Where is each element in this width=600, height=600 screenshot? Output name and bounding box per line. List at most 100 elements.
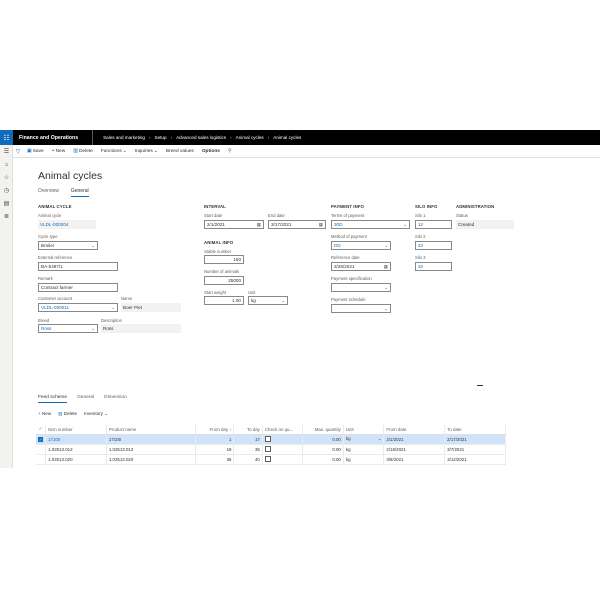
row-select-checkbox[interactable] [36, 454, 47, 465]
reference-date-field[interactable]: 3/28/2021 ▦ [331, 262, 391, 271]
lines-new-button[interactable]: + New [38, 411, 51, 417]
search-icon[interactable]: ⚲ [224, 148, 236, 154]
column-to-day[interactable]: To day [233, 425, 263, 435]
silo-1-field[interactable]: 12 [415, 220, 452, 229]
favorites-star-icon[interactable]: ☆ [0, 171, 13, 184]
delete-button[interactable]: ▥ Delete [69, 148, 97, 154]
unit-cell[interactable]: kg [343, 454, 385, 465]
silo-3-field[interactable]: 32 [415, 262, 452, 271]
customer-account-select[interactable]: VLDL-000011 ⌄ [38, 303, 118, 312]
table-row[interactable]: ✓ 17100 17100 1 17 0.00 kg ⌄ 2/1/2021 2/1… [36, 434, 506, 445]
recent-clock-icon[interactable]: ◷ [0, 184, 13, 197]
tab-lines-general[interactable]: General [77, 395, 94, 403]
item-number-cell[interactable]: 1.02513.012 [45, 444, 107, 455]
inquiries-menu[interactable]: Inquiries ⌄ [131, 149, 162, 154]
from-day-cell[interactable]: 1 [195, 434, 235, 445]
check-on-quantity-cell[interactable] [262, 434, 304, 445]
check-on-quantity-checkbox[interactable] [264, 456, 271, 462]
to-date-cell[interactable]: 3/12/2021 [444, 454, 506, 465]
functions-menu[interactable]: Functions ⌄ [97, 149, 131, 154]
splitter-handle[interactable] [477, 385, 483, 386]
external-reference-field[interactable]: BA-5487/1 [38, 262, 118, 271]
calendar-icon[interactable]: ▦ [319, 222, 323, 228]
modules-list-icon[interactable]: ≣ [0, 210, 13, 223]
column-unit[interactable]: Unit [343, 425, 385, 435]
tab-dimension[interactable]: Dimension [104, 395, 127, 403]
unit-cell[interactable]: kg [343, 444, 385, 455]
customer-account-label: Customer account [38, 296, 72, 301]
breadcrumb-item[interactable]: Sales and marketing [103, 135, 145, 140]
options-menu[interactable]: Options [198, 149, 224, 154]
tab-feed-scheme[interactable]: Feed scheme [38, 395, 68, 403]
item-number-cell[interactable]: 17100 [45, 434, 107, 445]
payment-specification-select[interactable]: ⌄ [331, 283, 391, 292]
stable-number-field[interactable]: 150 [204, 255, 244, 264]
start-date-field[interactable]: 2/1/2021 ▦ [204, 220, 264, 229]
row-select-checkbox[interactable]: ✓ [36, 434, 47, 445]
check-on-quantity-checkbox[interactable] [264, 446, 271, 452]
column-max-quantity[interactable]: Max. quantity [302, 425, 344, 435]
to-date-cell[interactable]: 2/17/2021 [444, 434, 506, 445]
to-date-cell[interactable]: 3/7/2021 [444, 444, 506, 455]
max-quantity-cell[interactable]: 0.00 [302, 444, 344, 455]
to-day-cell[interactable]: 35 [233, 444, 263, 455]
from-day-cell[interactable]: 36 [195, 454, 235, 465]
tab-general[interactable]: General [70, 188, 89, 197]
remark-field[interactable]: Contract farmer [38, 283, 118, 292]
check-on-quantity-cell[interactable] [262, 454, 304, 465]
start-weight-field[interactable]: 1.00 [204, 296, 244, 305]
lines-delete-button[interactable]: ▥ Delete [58, 411, 77, 417]
breadcrumb-item[interactable]: Setup [155, 135, 167, 140]
from-date-cell[interactable]: 2/18/2021 [383, 444, 446, 455]
select-all-checkbox[interactable]: ✓ [36, 425, 47, 435]
waffle-icon[interactable]: ☷ [0, 130, 13, 145]
check-on-quantity-checkbox[interactable] [264, 436, 271, 442]
animal-cycle-field[interactable]: VLDL-000004 [38, 220, 96, 229]
item-number-cell[interactable]: 1.02513.020 [45, 454, 107, 465]
max-quantity-cell[interactable]: 0.00 [302, 454, 344, 465]
column-to-date[interactable]: To date [444, 425, 506, 435]
tab-overview[interactable]: Overview [38, 188, 59, 197]
unit-cell[interactable]: kg ⌄ [343, 434, 385, 445]
end-date-field[interactable]: 3/17/2021 ▦ [268, 220, 326, 229]
from-date-cell[interactable]: 2/1/2021 [383, 434, 446, 445]
row-select-checkbox[interactable] [36, 444, 47, 455]
workspaces-icon[interactable]: ▤ [0, 197, 13, 210]
app-name[interactable]: Finance and Operations [13, 130, 94, 145]
method-of-payment-select[interactable]: DD ⌄ [331, 241, 391, 250]
cycle-type-select[interactable]: Broiler ⌄ [38, 241, 98, 250]
check-on-quantity-cell[interactable] [262, 444, 304, 455]
from-date-cell[interactable]: 3/8/2021 [383, 454, 446, 465]
breadcrumb-item[interactable]: Advanced sales logistics [176, 135, 226, 140]
terms-of-payment-select[interactable]: 30D ⌄ [331, 220, 410, 229]
to-day-cell[interactable]: 40 [233, 454, 263, 465]
table-row[interactable]: 1.02513.020 1.02513.020 36 40 0.00 kg 3/… [36, 454, 506, 465]
home-icon[interactable]: ⌂ [0, 158, 13, 171]
breadcrumb-item[interactable]: Animal cycles [236, 135, 264, 140]
new-button[interactable]: + New [48, 148, 70, 154]
table-row[interactable]: 1.02513.012 1.02513.012 18 35 0.00 kg 2/… [36, 444, 506, 455]
chevron-down-icon: ⌄ [111, 305, 115, 310]
payment-schedule-select[interactable]: ⌄ [331, 304, 391, 313]
breed-select[interactable]: Ross ⌄ [38, 324, 98, 333]
unit-select[interactable]: kg ⌄ [248, 296, 288, 305]
max-quantity-cell[interactable]: 0.00 [302, 434, 344, 445]
silo-2-field[interactable]: 22 [415, 241, 452, 250]
filter-icon[interactable]: ▽ [13, 148, 23, 155]
to-day-cell[interactable]: 17 [233, 434, 263, 445]
save-button[interactable]: ▣ Save [23, 148, 48, 154]
column-from-date[interactable]: From date [383, 425, 446, 435]
calendar-icon[interactable]: ▦ [257, 222, 261, 228]
column-item-number[interactable]: Item number [45, 425, 107, 435]
inventory-menu[interactable]: Inventory ⌄ [84, 411, 108, 417]
breed-values-button[interactable]: Breed values [162, 149, 198, 154]
column-from-day[interactable]: From day ↑ [195, 425, 235, 435]
chevron-down-icon[interactable]: ⌄ [378, 436, 382, 442]
stable-number-label: Stable number [204, 249, 232, 254]
column-product-name[interactable]: Product name [106, 425, 197, 435]
hamburger-menu-icon[interactable]: ☰ [0, 145, 13, 158]
column-check-on-quantity[interactable]: Check on qu... [262, 425, 304, 435]
number-of-animals-field[interactable]: 25000 [204, 276, 244, 285]
calendar-icon[interactable]: ▦ [384, 264, 388, 270]
from-day-cell[interactable]: 18 [195, 444, 235, 455]
